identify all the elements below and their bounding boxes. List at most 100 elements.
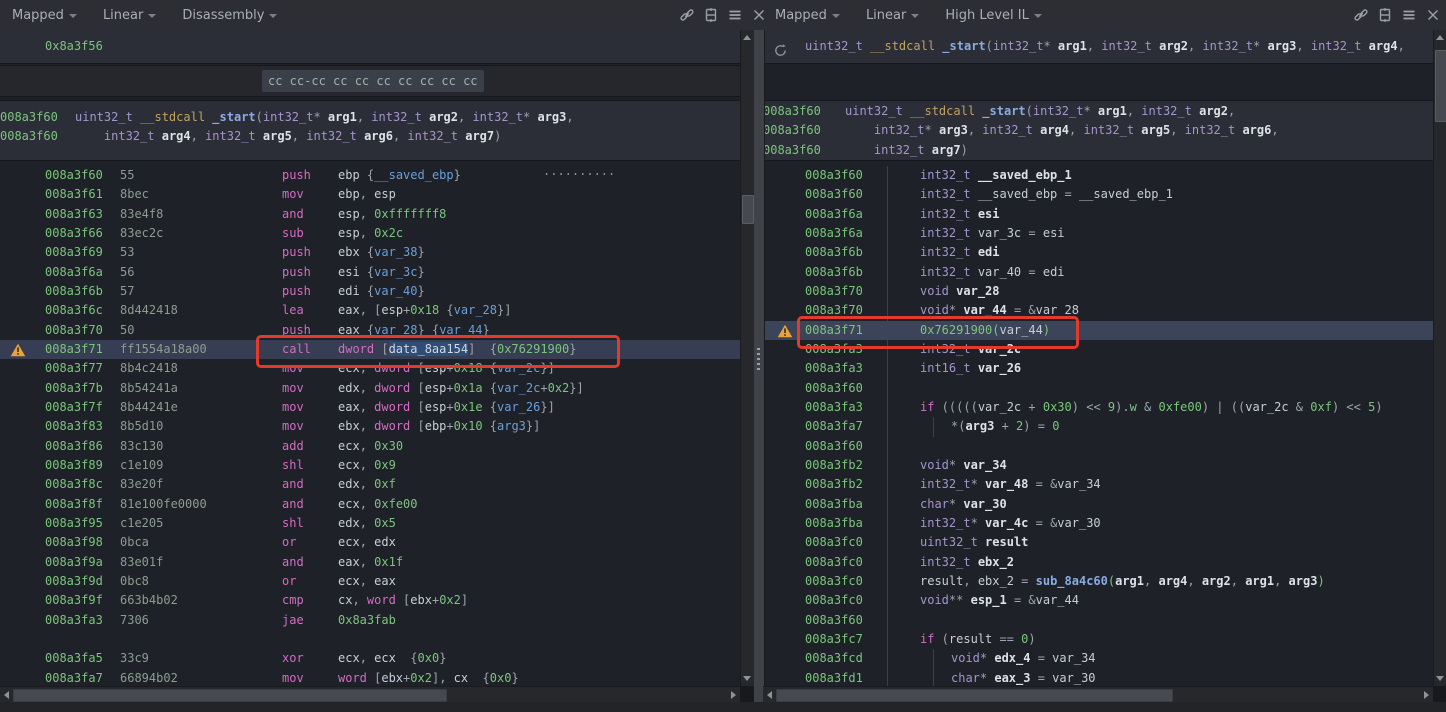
menu-icon[interactable] [1400,7,1417,24]
asm-row[interactable]: 008a3f89c1e109shlecx, 0x9 [0,456,740,475]
signature-line[interactable]: 008a3f60uint32_t __stdcall _start(int32_… [763,102,1433,121]
hlil-row[interactable]: 008a3f710x76291900(var_44) [763,321,1433,340]
asm-row[interactable]: 008a3f7050pusheax {var_28} {var_44} [0,321,740,340]
scrollbar-thumb[interactable] [1435,50,1446,122]
close-icon[interactable] [750,7,767,24]
asm-row[interactable]: 008a3f9d0bc8orecx, eax [0,572,740,591]
hlil-row[interactable]: 008a3fa3if (((((var_2c + 0x30) << 9).w &… [763,398,1433,417]
split-view-icon[interactable] [702,7,719,24]
asm-row[interactable]: 008a3f6a56pushesi {var_3c} [0,263,740,282]
asm-row[interactable]: 008a3f6055pushebp {__saved_ebp} [0,166,740,185]
link-icon[interactable] [678,7,695,24]
signature-line[interactable]: 008a3f60 int32_t arg7) [763,141,1433,160]
scrollbar-thumb[interactable] [742,195,754,224]
raw-bytes-row[interactable]: 008a3f56 cc cc-cc cc cc cc cc cc cc cc .… [0,65,740,97]
scroll-up-icon[interactable] [743,35,751,40]
menu-view-hlil[interactable]: High Level IL [945,8,1042,23]
asm-row[interactable]: 008a3f6953pushebx {var_38} [0,243,740,262]
hlil-row[interactable]: 008a3fa3int32_t var_2c [763,340,1433,359]
pane-splitter[interactable] [753,30,765,712]
hlil-row[interactable]: 008a3f6aint32_t esi [763,205,1433,224]
token: }] [569,381,583,395]
sync-icon[interactable] [773,38,788,64]
token [133,110,140,124]
split-view-icon[interactable] [1376,7,1393,24]
asm-row[interactable]: 008a3f6b57pushedi {var_40} [0,282,740,301]
left-horizontal-scrollbar[interactable] [0,686,740,703]
scroll-up-icon[interactable] [1436,35,1444,40]
scrollbar-thumb[interactable] [776,689,1173,702]
signature-line[interactable]: 008a3f60 int32_t* arg3, int32_t arg4, in… [763,121,1433,140]
hlil-row[interactable]: 008a3fbaint32_t* var_4c = &var_30 [763,514,1433,533]
operands: ebp, esp [338,187,396,201]
hlil-row[interactable]: 008a3f60 [763,611,1433,630]
asm-row[interactable]: 008a3fa766894b02movword [ebx+0x2], cx {0… [0,669,740,686]
asm-row[interactable]: 008a3f71ff1554a18a00calldword [data_8aa1… [0,340,740,359]
hlil-row[interactable]: 008a3fd1char* eax_3 = var_30 [763,669,1433,686]
asm-row[interactable]: 008a3f778b4c2418movecx, dword [esp+0x18 … [0,359,740,378]
token: ebx_2 [978,555,1014,569]
hlil-row[interactable]: 008a3fa7*(arg3 + 2) = 0 [763,417,1433,436]
asm-row[interactable]: 008a3f6c8d442418leaeax, [esp+0x18 {var_2… [0,301,740,320]
link-icon[interactable] [1352,7,1369,24]
asm-row[interactable]: 008a3f6683ec2csubesp, 0x2c [0,224,740,243]
asm-row[interactable]: 008a3f838b5d10movebx, dword [ebp+0x10 {a… [0,417,740,436]
hlil-row[interactable]: 008a3f60 [763,379,1433,398]
hlil-row[interactable]: 008a3fc0uint32_t result [763,533,1433,552]
menu-view-disassembly[interactable]: Disassembly [182,8,277,23]
asm-row[interactable]: 008a3f8683c130addecx, 0x30 [0,437,740,456]
hlil-row[interactable]: 008a3fcdvoid* edx_4 = var_34 [763,649,1433,668]
token: int32_t [1202,39,1253,53]
scroll-down-icon[interactable] [1436,676,1444,681]
menu-linear-right[interactable]: Linear [866,8,919,23]
hlil-row[interactable]: 008a3f6bint32_t var_40 = edi [763,263,1433,282]
hlil-row[interactable]: 008a3fc0int32_t ebx_2 [763,553,1433,572]
scroll-down-icon[interactable] [743,676,751,681]
hlil-row[interactable]: 008a3f60int32_t __saved_ebp = __saved_eb… [763,185,1433,204]
scroll-right-icon[interactable] [731,691,736,699]
token: ecx [338,497,360,511]
scroll-right-icon[interactable] [1424,691,1429,699]
asm-row[interactable] [0,630,740,649]
scrollbar-thumb[interactable] [13,689,447,702]
asm-row[interactable]: 008a3f8c83e20fandedx, 0xf [0,475,740,494]
left-vertical-scrollbar[interactable] [740,30,754,686]
hlil-row[interactable]: 008a3fbachar* var_30 [763,495,1433,514]
hlil-row[interactable]: 008a3fc7if (result == 0) [763,630,1433,649]
asm-row[interactable]: 008a3fa533c9xorecx, ecx {0x0} [0,649,740,668]
asm-row[interactable]: 008a3f9a83e01fandeax, 0x1f [0,553,740,572]
scroll-left-icon[interactable] [4,691,9,699]
hlil-row[interactable]: 008a3f70void* var_44 = &var_28 [763,301,1433,320]
token: } [511,671,518,685]
scroll-left-icon[interactable] [767,691,772,699]
menu-linear-left[interactable]: Linear [103,8,156,23]
hlil-row[interactable]: 008a3f6bint32_t edi [763,243,1433,262]
right-vertical-scrollbar[interactable] [1433,30,1446,686]
right-horizontal-scrollbar[interactable] [763,686,1433,703]
hlil-row[interactable]: 008a3fa3int16_t var_26 [763,359,1433,378]
hlil-row[interactable]: 008a3f60 [763,437,1433,456]
menu-icon[interactable] [726,7,743,24]
asm-row[interactable]: 008a3fa37306jae0x8a3fab [0,611,740,630]
asm-row[interactable]: 008a3f618becmovebp, esp [0,185,740,204]
menu-mapped-right[interactable]: Mapped [775,8,840,23]
asm-row[interactable]: 008a3f8f81e100fe0000andecx, 0xfe00 [0,495,740,514]
hlil-row[interactable]: 008a3fc0result, ebx_2 = sub_8a4c60(arg1,… [763,572,1433,591]
byte-row-bytes[interactable]: cc cc-cc cc cc cc cc cc cc cc [262,70,484,92]
asm-row[interactable]: 008a3f9f663b4b02cmpcx, word [ebx+0x2] [0,591,740,610]
asm-row[interactable]: 008a3f6383e4f8andesp, 0xfffffff8 [0,205,740,224]
close-icon[interactable] [1424,7,1441,24]
hlil-row[interactable]: 008a3fc0void** esp_1 = &var_44 [763,591,1433,610]
asm-row[interactable]: 008a3f95c1e205shledx, 0x5 [0,514,740,533]
asm-row[interactable]: 008a3f7b8b54241amovedx, dword [esp+0x1a … [0,379,740,398]
signature-line[interactable]: 008a3f60 int32_t arg4, int32_t arg5, int… [0,127,740,146]
asm-row[interactable]: 008a3f7f8b44241emoveax, dword [esp+0x1e … [0,398,740,417]
hlil-row[interactable]: 008a3fb2void* var_34 [763,456,1433,475]
hlil-row[interactable]: 008a3f70void var_28 [763,282,1433,301]
hlil-row[interactable]: 008a3f60int32_t __saved_ebp_1 [763,166,1433,185]
signature-line[interactable]: 008a3f60uint32_t __stdcall _start(int32_… [0,108,740,127]
hlil-row[interactable]: 008a3f6aint32_t var_3c = esi [763,224,1433,243]
menu-mapped-left[interactable]: Mapped [12,8,77,23]
hlil-row[interactable]: 008a3fb2int32_t* var_48 = &var_34 [763,475,1433,494]
asm-row[interactable]: 008a3f980bcaorecx, edx [0,533,740,552]
